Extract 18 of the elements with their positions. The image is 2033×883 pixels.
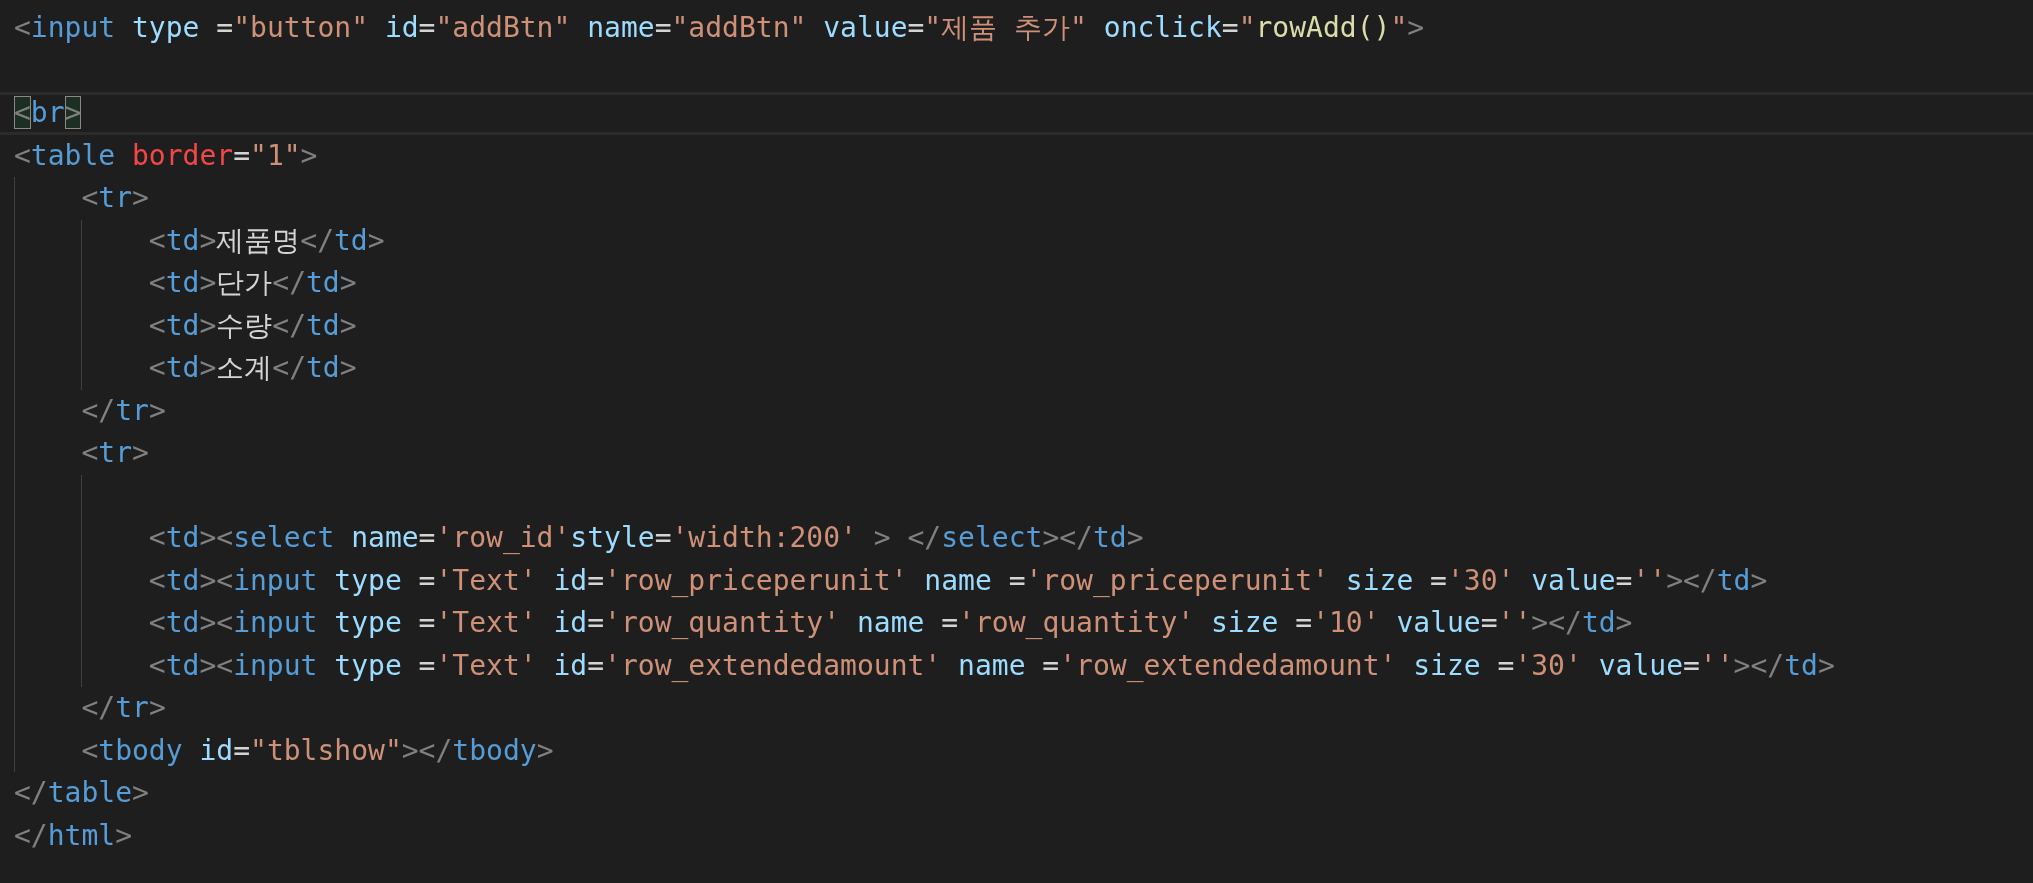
code-line: <td><select name='row_id'style='width:200' > </select></td> (147, 520, 1144, 556)
code-line: <td><input type ='Text' id='row_quantity' name ='row_quantity' size ='10' value=''></td> (147, 605, 1633, 641)
code-line: <br> (14, 95, 82, 131)
code-line: <td>단가</td> (147, 265, 357, 301)
code-line: <tr> (80, 180, 149, 216)
code-line: </tr> (80, 392, 166, 429)
code-line: <input type ="button" id="addBtn" name="addBtn" value="제품 추가" onclick="rowAdd()"> (14, 10, 1425, 46)
code-line: <td>제품명</td> (147, 222, 385, 259)
code-line: </table> (14, 775, 149, 811)
code-line: <td><input type ='Text' id='row_priceperunit' name ='row_priceperunit' size ='30' value=''></td> (147, 562, 1768, 599)
code-line: <td><input type ='Text' id='row_extendedamount' name ='row_extendedamount' size ='30' value=''></td> (147, 647, 1835, 684)
code-line: </html> (14, 817, 132, 854)
code-line: <table border="1"> (14, 137, 318, 174)
code-line: <tr> (80, 435, 149, 471)
code-line: <tbody id="tblshow"></tbody> (80, 732, 554, 769)
code-line: </tr> (80, 690, 166, 726)
code-line: <td>소계</td> (147, 350, 357, 386)
code-line: <td>수량</td> (147, 307, 357, 344)
